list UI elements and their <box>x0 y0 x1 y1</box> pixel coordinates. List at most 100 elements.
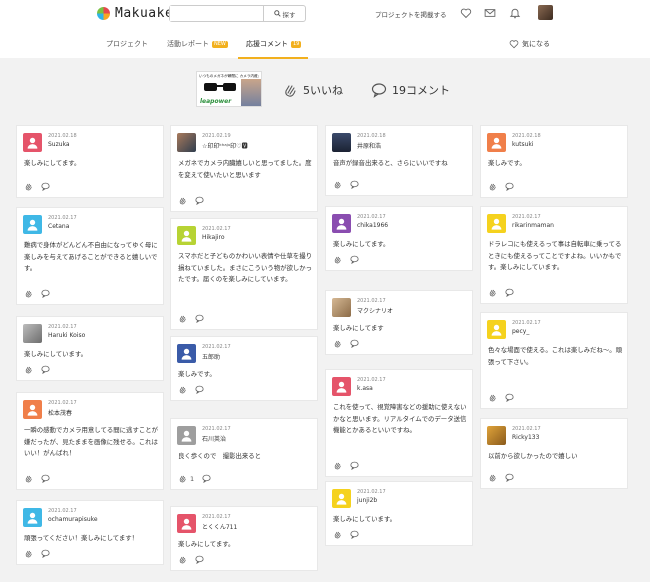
tab-comments[interactable]: 応援コメント 19 <box>246 39 302 49</box>
commenter-avatar[interactable] <box>487 320 506 339</box>
reply-button[interactable] <box>505 182 514 191</box>
like-button[interactable] <box>488 393 497 402</box>
mail-icon[interactable] <box>484 7 496 19</box>
commenter-avatar[interactable] <box>23 324 42 343</box>
like-button[interactable] <box>333 180 342 189</box>
reply-button[interactable] <box>202 474 211 483</box>
commenter-name[interactable]: 石川英治 <box>202 434 226 443</box>
reply-button[interactable] <box>195 314 204 323</box>
commenter-name[interactable]: k.asa <box>357 385 373 392</box>
commenter-name[interactable]: Ricky133 <box>512 434 539 441</box>
commenter-avatar[interactable] <box>332 298 351 317</box>
like-button[interactable] <box>488 288 497 297</box>
reply-button[interactable] <box>41 549 50 558</box>
like-button[interactable] <box>24 182 33 191</box>
reply-button[interactable] <box>505 393 514 402</box>
commenter-avatar[interactable] <box>487 214 506 233</box>
commenter-avatar[interactable] <box>487 133 506 152</box>
commenter-avatar[interactable] <box>332 377 351 396</box>
like-button[interactable] <box>24 365 33 374</box>
commenter-name[interactable]: 井原和浩 <box>357 141 381 150</box>
commenter-name[interactable]: とくくん711 <box>202 522 237 531</box>
commenter-avatar[interactable] <box>177 226 196 245</box>
commenter-avatar[interactable] <box>332 133 351 152</box>
bell-icon[interactable] <box>509 7 521 19</box>
commenter-name[interactable]: Haruki Koiso <box>48 332 85 339</box>
commenter-avatar[interactable] <box>332 214 351 233</box>
commenter-name[interactable]: ☆印印ᵏʰᵃʲᵘ印♡🆅 <box>202 141 248 150</box>
user-avatar[interactable] <box>538 5 553 20</box>
reply-button[interactable] <box>505 473 514 482</box>
reply-button[interactable] <box>41 474 50 483</box>
commenter-name[interactable]: Hikajiro <box>202 234 225 241</box>
search-input[interactable] <box>170 6 263 21</box>
project-thumbnail[interactable]: いつものメガネが瞬間に カメラ内蔵メガネに leapower <box>196 71 262 107</box>
commenter-avatar[interactable] <box>177 133 196 152</box>
tab-project[interactable]: プロジェクト <box>106 39 148 49</box>
search-button[interactable]: 探す <box>263 6 305 21</box>
reply-button[interactable] <box>41 182 50 191</box>
like-button[interactable] <box>488 182 497 191</box>
commenter-name[interactable]: kutsuki <box>512 141 534 148</box>
commenter-name[interactable]: rikarinmaman <box>512 222 554 229</box>
commenter-avatar[interactable] <box>23 215 42 234</box>
reply-button[interactable] <box>195 555 204 564</box>
reply-button[interactable] <box>41 289 50 298</box>
commenter-avatar[interactable] <box>487 426 506 445</box>
favorite-button[interactable]: 気になる <box>509 39 550 49</box>
like-button[interactable] <box>24 474 33 483</box>
reply-button[interactable] <box>350 255 359 264</box>
like-button[interactable] <box>24 549 33 558</box>
commenter-name[interactable]: Cetana <box>48 223 69 230</box>
commenter-name[interactable]: pecy_ <box>512 328 529 335</box>
commenter-avatar[interactable] <box>332 489 351 508</box>
logo-text: Makuake <box>115 6 174 21</box>
reply-button[interactable] <box>350 339 359 348</box>
commenter-avatar[interactable] <box>23 400 42 419</box>
comment-text: 楽しみにしています。 <box>333 515 397 523</box>
commenter-avatar[interactable] <box>23 508 42 527</box>
reply-button[interactable] <box>350 461 359 470</box>
like-button[interactable] <box>178 196 187 205</box>
reply-button[interactable] <box>195 196 204 205</box>
commenter-avatar[interactable] <box>23 133 42 152</box>
commenter-name[interactable]: 松本茂春 <box>48 408 72 417</box>
comment-actions <box>24 182 50 191</box>
reply-button[interactable] <box>41 365 50 374</box>
clap-icon <box>179 386 186 394</box>
tab-activity-report[interactable]: 活動レポート NEW <box>167 39 228 49</box>
like-button[interactable] <box>178 314 187 323</box>
commenter-avatar[interactable] <box>177 426 196 445</box>
makuake-logo[interactable]: Makuake <box>97 6 173 21</box>
heart-icon[interactable] <box>460 7 472 19</box>
comment-count[interactable]: 19コメント <box>371 82 450 98</box>
clap-icon <box>334 256 341 264</box>
commenter-avatar[interactable] <box>177 514 196 533</box>
like-button[interactable] <box>488 473 497 482</box>
like-button[interactable] <box>333 339 342 348</box>
like-button[interactable] <box>333 461 342 470</box>
post-project-link[interactable]: プロジェクトを掲載する <box>375 9 447 19</box>
comment-text: 頑張ってください！楽しみにしてます！ <box>24 534 139 542</box>
reply-button[interactable] <box>195 385 204 394</box>
like-count[interactable]: 5いいね <box>282 82 343 98</box>
like-button[interactable] <box>178 385 187 394</box>
reply-button[interactable] <box>350 530 359 539</box>
like-button[interactable] <box>333 255 342 264</box>
comment-text: 一瞬の感動でカメラ用意してる間に逃すことが嫌だったが、見たままを画像に残せる。こ… <box>24 426 159 457</box>
commenter-name[interactable]: chika1966 <box>357 222 388 229</box>
reply-button[interactable] <box>505 288 514 297</box>
like-button[interactable] <box>24 289 33 298</box>
like-button[interactable] <box>333 530 342 539</box>
reply-button[interactable] <box>350 180 359 189</box>
comment-text: 楽しみにしています。 <box>24 350 88 358</box>
commenter-name[interactable]: Suzuka <box>48 141 70 148</box>
commenter-name[interactable]: ochamurapisuke <box>48 516 98 523</box>
like-button[interactable] <box>178 555 187 564</box>
commenter-name[interactable]: マクシナリオ <box>357 306 393 315</box>
commenter-avatar[interactable] <box>177 344 196 363</box>
commenter-name[interactable]: 五郎助 <box>202 352 220 361</box>
like-button[interactable]: 1 <box>178 474 194 483</box>
commenter-name[interactable]: junji2b <box>357 497 377 504</box>
comment-card: 2021.02.17 k.asa これを使って、視覚障害などの援助に使えないかなと思… <box>325 369 473 477</box>
